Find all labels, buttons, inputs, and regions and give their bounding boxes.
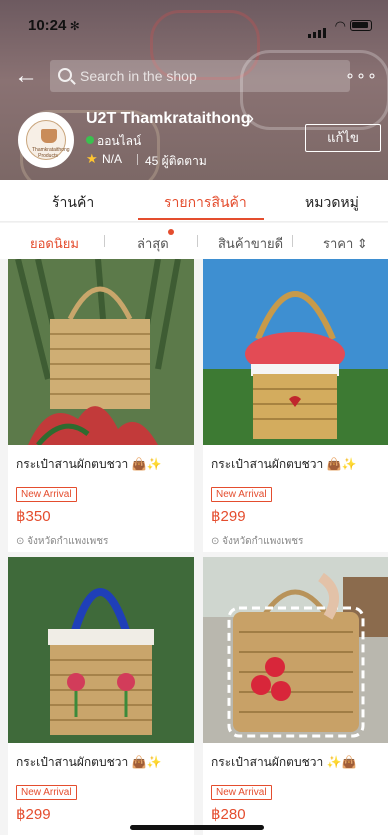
product-title: กระเป๋าสานผักตบชวา 👜✨: [16, 457, 162, 471]
back-button[interactable]: ←: [14, 62, 42, 90]
product-price: ฿350: [16, 508, 51, 525]
sort-latest[interactable]: ล่าสุด: [137, 233, 169, 254]
status-time: 10:24 ✻: [28, 17, 80, 34]
tab-products[interactable]: รายการสินค้า: [164, 192, 247, 214]
battery-icon: [350, 20, 372, 31]
divider: [197, 235, 198, 247]
search-placeholder: Search in the shop: [80, 68, 197, 84]
avatar[interactable]: Thamkrataithong Products: [18, 112, 74, 168]
product-card[interactable]: กระเป๋าสานผักตบชวา ✨👜 New Arrival ฿280: [203, 557, 388, 835]
product-title: กระเป๋าสานผักตบชวา 👜✨: [211, 457, 357, 471]
divider: [292, 235, 293, 247]
tab-category[interactable]: หมวดหมู่: [305, 192, 359, 214]
new-arrival-badge: New Arrival: [211, 487, 272, 502]
shop-screen: 10:24 ✻ ◠ ← Search in the shop ∘∘∘ Thamk…: [0, 0, 388, 835]
product-title: กระเป๋าสานผักตบชวา ✨👜: [211, 755, 357, 769]
product-price: ฿280: [211, 806, 246, 823]
avatar-logo-text: Thamkrataithong Products: [32, 147, 70, 159]
shop-rating: N/A: [102, 152, 123, 166]
shop-name[interactable]: U2T Thamkrataithong: [86, 110, 250, 128]
product-card[interactable]: กระเป๋าสานผักตบชวา 👜✨ New Arrival ฿299: [8, 557, 194, 835]
more-options-icon[interactable]: ∘∘∘: [345, 66, 378, 86]
navigation-row: ← Search in the shop ∘∘∘: [0, 58, 388, 94]
online-status-text: ออนไลน์: [97, 134, 142, 148]
product-price: ฿299: [16, 806, 51, 823]
online-status-dot: [86, 136, 94, 144]
shop-header: 10:24 ✻ ◠ ← Search in the shop ∘∘∘ Thamk…: [0, 0, 388, 180]
settings-small-icon: ✻: [66, 19, 80, 33]
sort-price[interactable]: ราคา ⇕: [323, 233, 368, 254]
active-tab-indicator: [138, 218, 264, 220]
product-location: ⊙ จังหวัดกำแพงเพชร: [211, 536, 304, 547]
search-icon: [58, 68, 72, 82]
sort-popular[interactable]: ยอดนิยม: [30, 233, 79, 254]
product-title: กระเป๋าสานผักตบชวา 👜✨: [16, 755, 162, 769]
product-image[interactable]: [203, 557, 388, 743]
new-indicator-dot: [168, 229, 174, 235]
new-arrival-badge: New Arrival: [16, 487, 77, 502]
star-icon: ★: [86, 151, 98, 166]
product-location: ⊙ จังหวัดกำแพงเพชร: [16, 536, 109, 547]
wifi-icon: ◠: [334, 18, 346, 33]
tab-shop[interactable]: ร้านค้า: [52, 192, 94, 214]
status-bar: 10:24 ✻ ◠: [0, 0, 388, 44]
sort-best-seller[interactable]: สินค้าขายดี: [218, 233, 283, 254]
search-input[interactable]: Search in the shop: [50, 60, 350, 92]
woven-bag-image: [203, 557, 388, 743]
home-indicator[interactable]: [130, 825, 264, 830]
edit-button[interactable]: แก้ไข: [305, 124, 381, 152]
shop-info: Thamkrataithong Products U2T Thamkratait…: [0, 106, 388, 170]
divider: [104, 235, 105, 247]
avatar-logo: Thamkrataithong Products: [26, 120, 70, 160]
product-image[interactable]: [8, 557, 194, 743]
product-image[interactable]: [203, 259, 388, 445]
woven-bag-image: [8, 259, 194, 445]
product-image[interactable]: [8, 259, 194, 445]
shop-tabs: ร้านค้า รายการสินค้า หมวดหมู่: [0, 180, 388, 222]
product-card[interactable]: กระเป๋าสานผักตบชวา 👜✨ New Arrival ฿299 ⊙…: [203, 259, 388, 552]
divider: [137, 154, 138, 165]
basket-icon: [41, 129, 57, 143]
new-arrival-badge: New Arrival: [16, 785, 77, 800]
sort-bar: ยอดนิยม ล่าสุด สินค้าขายดี ราคา ⇕: [0, 223, 388, 259]
product-price: ฿299: [211, 508, 246, 525]
product-card[interactable]: กระเป๋าสานผักตบชวา 👜✨ New Arrival ฿350 ⊙…: [8, 259, 194, 552]
woven-bag-image: [8, 557, 194, 743]
chevron-right-icon[interactable]: ›: [248, 108, 254, 129]
status-time-text: 10:24: [28, 17, 67, 34]
follower-count: 45 ผู้ติดตาม: [145, 154, 207, 168]
signal-icon: [308, 20, 328, 38]
new-arrival-badge: New Arrival: [211, 785, 272, 800]
woven-bag-image: [203, 259, 388, 445]
